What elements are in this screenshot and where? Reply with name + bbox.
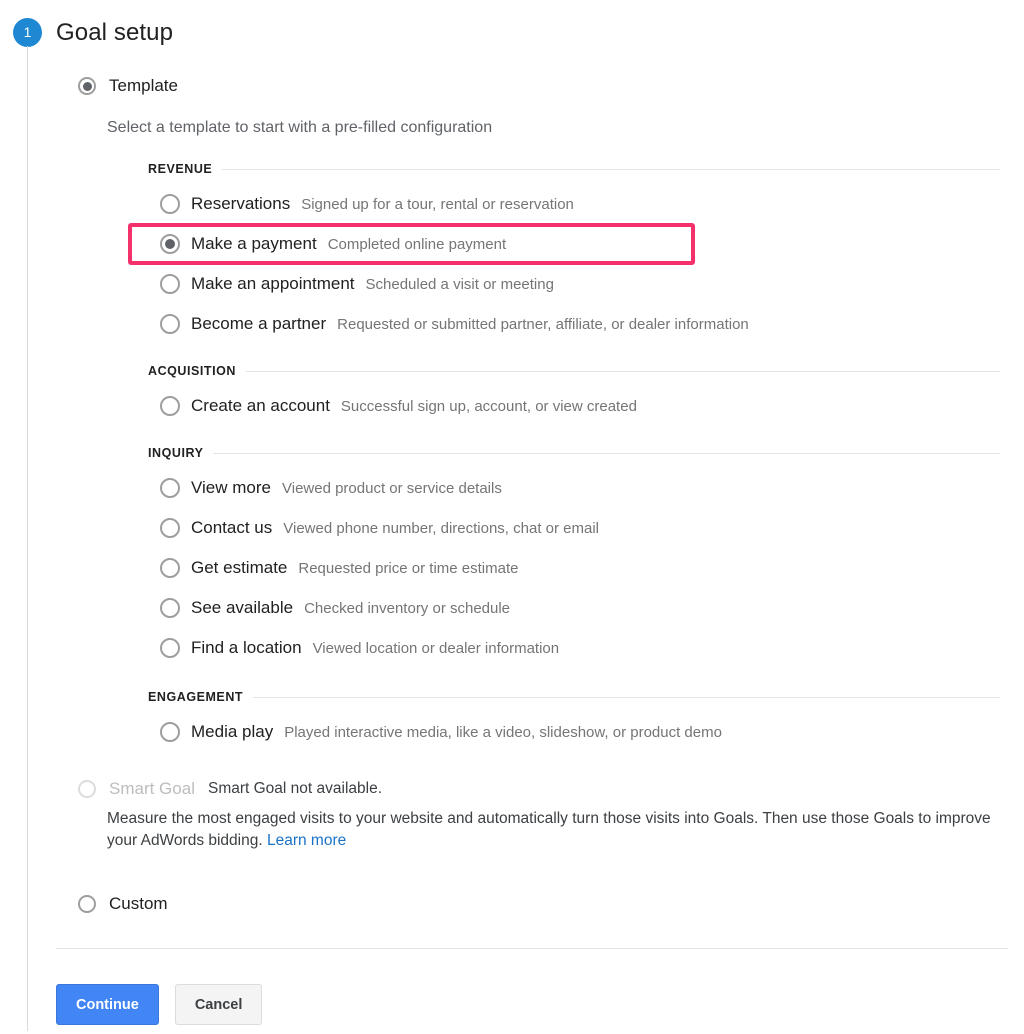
footer-divider: [56, 948, 1008, 949]
learn-more-link[interactable]: Learn more: [267, 832, 346, 849]
radio-option-label: Create an account: [191, 396, 330, 415]
radio-custom-icon[interactable]: [78, 895, 96, 913]
template-group-header: INQUIRY: [148, 442, 1000, 464]
continue-button[interactable]: Continue: [56, 984, 159, 1025]
template-group-list: REVENUE Reservations Signed up for a tour,…: [148, 158, 1000, 752]
radio-option-label: Become a partner: [191, 314, 327, 333]
radio-option-row[interactable]: Become a partner Requested or submitted p…: [148, 304, 1000, 344]
step-connector-line: [27, 46, 28, 1031]
radio-option-row[interactable]: See available Checked inventory or schedu…: [148, 588, 1000, 628]
smart-goal-section: Smart Goal Smart Goal not available. Mea…: [78, 779, 1008, 852]
template-option-list: Create an account Successful sign up, acc…: [148, 386, 1000, 426]
template-group-title: ACQUISITION: [148, 364, 236, 378]
template-group-rule: [222, 168, 1000, 170]
radio-option-smart-goal: Smart Goal Smart Goal not available.: [78, 779, 1008, 799]
radio-option-label: Media play: [191, 722, 274, 741]
template-help-text: Select a template to start with a pre-fi…: [107, 119, 493, 136]
template-group: INQUIRY View more Viewed product or servic…: [148, 442, 1000, 668]
radio-option-label: Get estimate: [191, 558, 288, 577]
radio-icon[interactable]: [160, 722, 180, 742]
radio-option-description: Viewed product or service details: [282, 479, 502, 497]
smart-goal-status-text: Smart Goal not available.: [207, 780, 383, 797]
radio-option-row[interactable]: Reservations Signed up for a tour, rental…: [148, 184, 1000, 224]
radio-option-description: Checked inventory or schedule: [304, 599, 511, 617]
template-group: ACQUISITION Create an account Successful s…: [148, 360, 1000, 426]
radio-option-description: Completed online payment: [327, 235, 507, 253]
template-group-rule: [246, 370, 1000, 372]
radio-option-label: See available: [191, 598, 294, 617]
radio-icon[interactable]: [160, 598, 180, 618]
radio-option-description: Played interactive media, like a video, …: [284, 723, 722, 741]
radio-icon[interactable]: [160, 194, 180, 214]
radio-option-template[interactable]: Template: [78, 76, 178, 96]
radio-option-row[interactable]: Contact us Viewed phone number, direction…: [148, 508, 1000, 548]
radio-option-description: Signed up for a tour, rental or reservat…: [301, 195, 574, 213]
footer-actions: Continue Cancel: [56, 984, 263, 1025]
radio-option-smart-goal-label: Smart Goal: [109, 779, 195, 798]
radio-icon[interactable]: [160, 478, 180, 498]
radio-icon[interactable]: [160, 274, 180, 294]
radio-option-row[interactable]: Create an account Successful sign up, acc…: [148, 386, 1000, 426]
radio-icon[interactable]: [160, 314, 180, 334]
radio-option-custom-label: Custom: [109, 894, 168, 913]
template-group-title: REVENUE: [148, 162, 213, 176]
radio-option-description: Scheduled a visit or meeting: [365, 275, 554, 293]
radio-icon[interactable]: [160, 396, 180, 416]
radio-option-custom[interactable]: Custom: [78, 894, 168, 914]
cancel-button[interactable]: Cancel: [174, 984, 263, 1025]
radio-option-description: Viewed location or dealer information: [312, 639, 560, 657]
template-group-header: ACQUISITION: [148, 360, 1000, 382]
radio-option-label: Find a location: [191, 638, 302, 657]
template-group-title: ENGAGEMENT: [148, 690, 244, 704]
radio-option-row[interactable]: Media play Played interactive media, like…: [148, 712, 1000, 752]
template-group-rule: [213, 452, 1000, 454]
radio-option-label: Make a payment: [191, 234, 317, 253]
template-option-list: Media play Played interactive media, like…: [148, 712, 1000, 752]
radio-option-description: Requested or submitted partner, affiliat…: [337, 315, 749, 333]
radio-option-description: Viewed phone number, directions, chat or…: [283, 519, 600, 537]
step-rail: 1: [0, 0, 56, 1034]
radio-option-row[interactable]: Get estimate Requested price or time esti…: [148, 548, 1000, 588]
radio-option-description: Requested price or time estimate: [298, 559, 519, 577]
radio-option-description: Successful sign up, account, or view cre…: [340, 397, 637, 415]
template-group-header: REVENUE: [148, 158, 1000, 180]
radio-icon[interactable]: [160, 518, 180, 538]
template-group-rule: [253, 696, 1000, 698]
radio-option-label: Reservations: [191, 194, 291, 213]
radio-option-template-label: Template: [109, 76, 178, 95]
radio-template-icon[interactable]: [78, 77, 96, 95]
template-option-list: View more Viewed product or service detai…: [148, 468, 1000, 668]
radio-option-row[interactable]: View more Viewed product or service detai…: [148, 468, 1000, 508]
radio-option-row[interactable]: Make an appointment Scheduled a visit or …: [148, 264, 1000, 304]
radio-icon[interactable]: [160, 638, 180, 658]
radio-option-row[interactable]: Make a payment Completed online payment: [148, 224, 1000, 264]
smart-goal-description: Measure the most engaged visits to your …: [107, 808, 1002, 852]
template-group-header: ENGAGEMENT: [148, 686, 1000, 708]
template-group-title: INQUIRY: [148, 446, 204, 460]
radio-icon[interactable]: [160, 558, 180, 578]
template-group: REVENUE Reservations Signed up for a tour,…: [148, 158, 1000, 344]
radio-smart-goal-icon: [78, 780, 96, 798]
smart-goal-description-text: Measure the most engaged visits to your …: [107, 810, 991, 849]
radio-option-label: Make an appointment: [191, 274, 355, 293]
step-number-badge: 1: [13, 18, 42, 47]
page-title: Goal setup: [56, 19, 174, 46]
template-option-list: Reservations Signed up for a tour, rental…: [148, 184, 1000, 344]
radio-option-row[interactable]: Find a location Viewed location or dealer…: [148, 628, 1000, 668]
radio-option-label: Contact us: [191, 518, 273, 537]
template-group: ENGAGEMENT Media play Played interactive m…: [148, 686, 1000, 752]
radio-option-label: View more: [191, 478, 271, 497]
radio-icon[interactable]: [160, 234, 180, 254]
